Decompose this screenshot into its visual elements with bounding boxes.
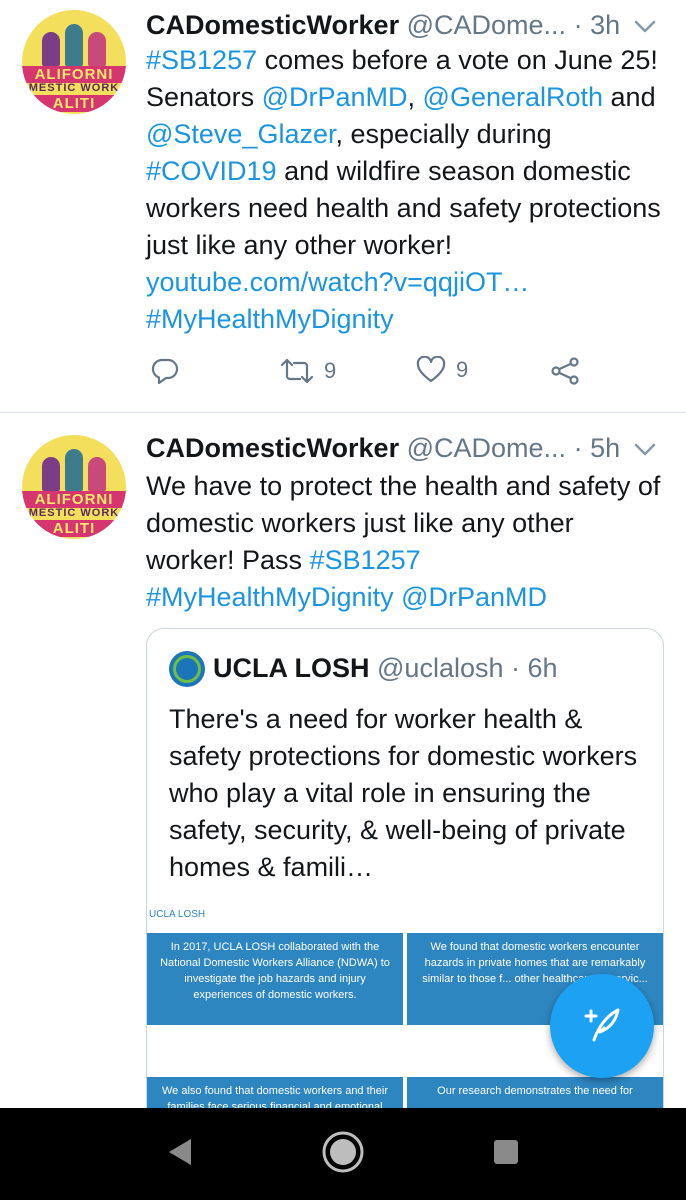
quote-header: UCLA LOSH @uclalosh · 6h (213, 653, 558, 684)
retweet-icon (280, 356, 314, 386)
tweet-header: CADomesticWorker @CADome... · 3h (146, 10, 620, 41)
like-count: 9 (456, 357, 469, 382)
avatar-figure (65, 24, 83, 66)
quote-timestamp: 6h (527, 653, 558, 683)
quote-image[interactable]: UCLA LOSH In 2017, UCLA LOSH collaborate… (147, 905, 403, 1045)
separator-dot: · (573, 10, 583, 40)
like-button[interactable]: 9 (416, 356, 468, 384)
compose-icon (580, 1002, 624, 1051)
system-navigation-bar (0, 1108, 686, 1200)
tweet-1[interactable]: ALIFORNI MESTIC WORK ALITI CADomesticWor… (0, 0, 686, 412)
quote-author-name: UCLA LOSH (213, 653, 370, 683)
share-icon (550, 356, 580, 386)
retweet-count: 9 (324, 358, 337, 383)
avatar-figure (88, 457, 106, 491)
nav-recents-button[interactable] (466, 1108, 546, 1200)
avatar-figure (42, 32, 60, 66)
chevron-down-icon[interactable] (634, 443, 656, 462)
nav-recents-icon (492, 1138, 520, 1171)
tweet-link[interactable]: @Steve_Glazer (146, 119, 336, 149)
author-name[interactable]: CADomesticWorker (146, 433, 399, 463)
tweet-header: CADomesticWorker @CADome... · 5h (146, 433, 620, 464)
retweet-button[interactable]: 9 (280, 356, 336, 386)
avatar-figure (42, 457, 60, 491)
tweet-link[interactable]: #MyHealthMyDignity (146, 582, 394, 612)
nav-back-button[interactable] (140, 1108, 220, 1200)
like-icon (416, 356, 446, 384)
nav-home-button[interactable] (303, 1108, 383, 1200)
avatar-figure (88, 32, 106, 66)
avatar-logo-line: ALIFORNI (22, 491, 126, 508)
avatar[interactable]: ALIFORNI MESTIC WORK ALITI (22, 435, 126, 539)
tweet-text-segment: , especially during (335, 119, 552, 149)
nav-home-icon (321, 1130, 365, 1179)
tweet-link[interactable]: youtube.com/watch?v=qqjiOT… (146, 267, 529, 297)
tweet-link[interactable]: #MyHealthMyDignity (146, 304, 394, 334)
tweet-link[interactable]: @DrPanMD (401, 582, 547, 612)
quote-author-handle: @uclalosh (377, 653, 504, 683)
author-handle[interactable]: @CADome... (407, 10, 566, 40)
quote-text: There's a need for worker health & safet… (169, 704, 638, 882)
quote-avatar[interactable] (169, 651, 205, 687)
compose-tweet-button[interactable] (550, 974, 654, 1078)
tweet-text: #SB1257 comes before a vote on June 25! … (146, 42, 666, 338)
tweet-text-segment: and (603, 82, 656, 112)
tweet-text-segment (394, 582, 402, 612)
tweet-link[interactable]: #SB1257 (146, 45, 257, 75)
tweet-link[interactable]: @GeneralRoth (423, 82, 604, 112)
tweet-text-segment: , (407, 82, 423, 112)
separator-dot: · (511, 653, 521, 683)
avatar-logo-line: ALITI (22, 520, 126, 537)
timestamp[interactable]: 3h (590, 10, 620, 40)
tweet-actions: 9 9 (146, 356, 646, 396)
image-header: UCLA LOSH (149, 909, 206, 920)
chevron-down-icon[interactable] (634, 20, 656, 39)
tweet-link[interactable]: #COVID19 (146, 156, 277, 186)
avatar[interactable]: ALIFORNI MESTIC WORK ALITI (22, 10, 126, 114)
separator-dot: · (573, 433, 583, 463)
tweet-link[interactable]: @DrPanMD (262, 82, 408, 112)
tweet-text: We have to protect the health and safety… (146, 468, 666, 616)
reply-button[interactable] (150, 356, 180, 386)
avatar-figure (65, 449, 83, 491)
author-name[interactable]: CADomesticWorker (146, 10, 399, 40)
share-button[interactable] (550, 356, 580, 386)
nav-back-icon (165, 1136, 195, 1173)
avatar-logo-line: ALIFORNI (22, 66, 126, 83)
avatar-logo-line: ALITI (22, 95, 126, 112)
tweet-link[interactable]: #SB1257 (310, 545, 421, 575)
timestamp[interactable]: 5h (590, 433, 620, 463)
author-handle[interactable]: @CADome... (407, 433, 566, 463)
image-caption: In 2017, UCLA LOSH collaborated with the… (147, 933, 403, 1025)
reply-icon (150, 356, 180, 386)
